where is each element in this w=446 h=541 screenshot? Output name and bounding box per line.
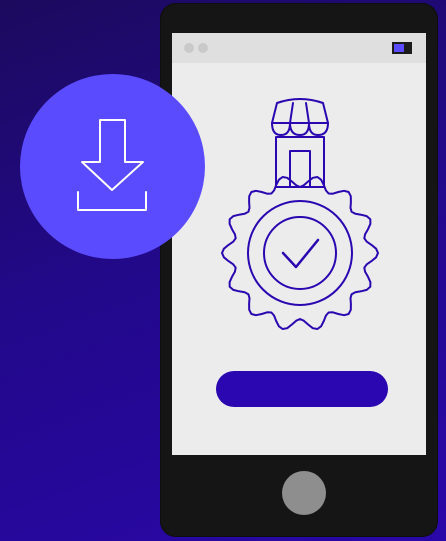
checkmark-icon [281, 238, 320, 269]
badge-core-ring [263, 216, 337, 290]
download-arrow-icon [77, 119, 147, 211]
badge-seal-outline [221, 176, 379, 330]
download-badge [20, 74, 205, 259]
primary-action-button[interactable] [216, 371, 388, 407]
verified-store-badge-icon [221, 98, 379, 330]
phone-screen [172, 33, 426, 455]
home-button[interactable] [282, 471, 326, 515]
storefront-awning-icon [271, 98, 329, 188]
